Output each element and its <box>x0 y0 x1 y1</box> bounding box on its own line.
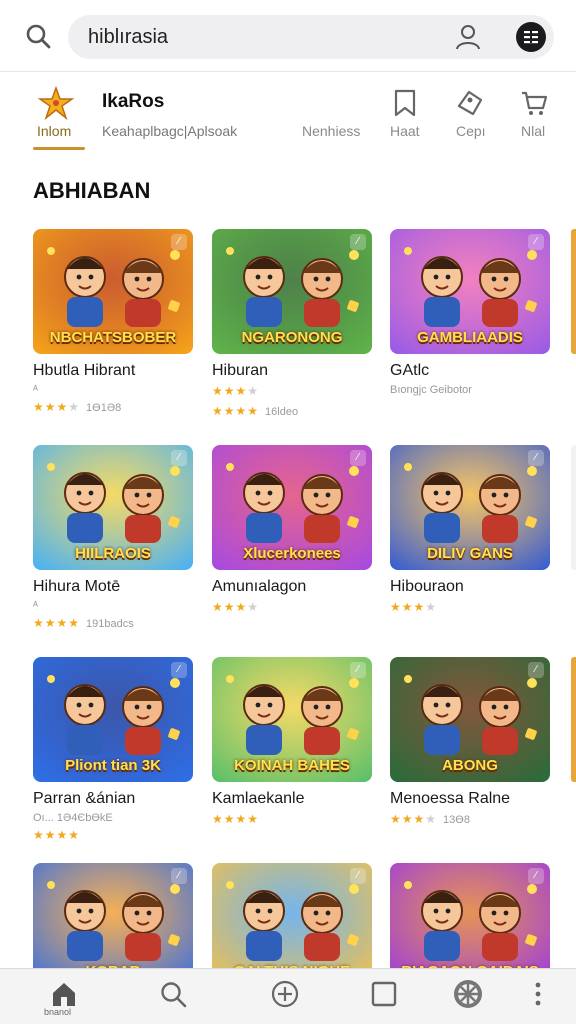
info-badge-icon[interactable]: ⁄ <box>528 450 544 466</box>
game-logo-text: NGARONONG <box>241 329 343 346</box>
search-input[interactable]: hiblırasia <box>68 15 554 59</box>
game-logo-text: Pliont tian 3K <box>65 757 161 774</box>
game-title[interactable]: Hibouraon <box>390 578 464 596</box>
game-title[interactable]: Kamlaekanle <box>212 790 305 808</box>
star-rating: ★★★★ <box>212 384 260 398</box>
nav-search[interactable] <box>156 977 190 1011</box>
star-rating: ★★★★ <box>212 600 260 614</box>
user-icon[interactable] <box>454 23 482 51</box>
info-badge-icon[interactable]: ⁄ <box>350 234 366 250</box>
game-meta: ᴬ <box>33 600 38 612</box>
tab-label-1[interactable]: Nenhiess <box>302 123 360 139</box>
info-badge-icon[interactable]: ⁄ <box>528 234 544 250</box>
search-query: hiblırasia <box>88 26 169 48</box>
game-title[interactable]: Amunıalagon <box>212 578 306 596</box>
next-card-peek <box>571 229 576 354</box>
game-meta: ᴬ <box>33 384 38 396</box>
game-title[interactable]: Hbutla Hibrant <box>33 362 135 380</box>
game-thumbnail[interactable]: ⁄ NGARONONG <box>212 229 372 354</box>
game-logo-text: ABONG <box>442 757 498 774</box>
nav-home-label: bnanol <box>44 1007 72 1017</box>
game-logo-text: GAMBLIAADIS <box>417 329 523 346</box>
tab-label-2[interactable]: Haat <box>390 123 420 139</box>
nav-more[interactable] <box>520 977 556 1011</box>
game-logo-text: DILIV GANS <box>427 545 513 562</box>
game-thumbnail[interactable]: ⁄ Pliont tian 3K <box>33 657 193 782</box>
nav-add[interactable] <box>268 977 302 1011</box>
active-tab-indicator <box>33 147 85 150</box>
star-rating: ★★★★ <box>390 600 438 614</box>
star-rating: ★★★★ 191badcs <box>33 616 134 630</box>
info-badge-icon[interactable]: ⁄ <box>528 868 544 884</box>
game-title[interactable]: Hihura Motē <box>33 578 120 596</box>
game-thumbnail[interactable]: ⁄ Xlucerkonees <box>212 445 372 570</box>
game-logo-text: NBCHATSBOBER <box>49 329 177 346</box>
cart-icon[interactable] <box>519 88 549 118</box>
info-badge-icon[interactable]: ⁄ <box>350 662 366 678</box>
game-logo-text: HIILRAOIS <box>75 545 151 562</box>
plus-icon <box>271 980 299 1008</box>
game-title[interactable]: Hiburan <box>212 362 268 380</box>
next-card-peek <box>571 445 576 570</box>
menu-button[interactable] <box>516 22 546 52</box>
game-logo-text: Xlucerkonees <box>243 545 341 562</box>
game-thumbnail[interactable]: ⁄ GAMBLIAADIS <box>390 229 550 354</box>
game-thumbnail[interactable]: ⁄ DILIV GANS <box>390 445 550 570</box>
brand-subtitle: Keahaplbagc|Aplsoak <box>102 123 238 139</box>
next-card-peek <box>571 657 576 782</box>
info-badge-icon[interactable]: ⁄ <box>171 450 187 466</box>
game-title[interactable]: GAtlc <box>390 362 429 380</box>
square-icon <box>371 981 397 1007</box>
star-logo-icon[interactable] <box>36 86 76 120</box>
game-title[interactable]: Menoessa Ralne <box>390 790 510 808</box>
rating-count: 16ldeo <box>265 406 299 418</box>
game-meta: Bıongjc Geibotor <box>390 384 472 396</box>
wheel-icon <box>454 980 482 1008</box>
bottom-nav: bnanol <box>0 968 576 1024</box>
game-thumbnail[interactable]: ⁄ HIILRAOIS <box>33 445 193 570</box>
star-rating: ★★★★ <box>212 812 260 826</box>
rating-count: 1Ө1Ә8 <box>86 402 122 414</box>
info-badge-icon[interactable]: ⁄ <box>528 662 544 678</box>
game-thumbnail[interactable]: ⁄ KOINAH BAHES <box>212 657 372 782</box>
search-icon[interactable] <box>24 22 52 50</box>
home-icon <box>53 983 75 1006</box>
game-title[interactable]: Parran &ánian <box>33 790 135 808</box>
star-rating: ★★★★ 13Ө8 <box>390 812 470 826</box>
star-rating: ★★★★ 1Ө1Ә8 <box>33 400 122 414</box>
game-thumbnail[interactable]: ⁄ ABONG <box>390 657 550 782</box>
category-bar: Inlom IkaRos Keahaplbagc|Aplsoak Nenhies… <box>0 76 576 160</box>
nav-wheel[interactable] <box>451 977 485 1011</box>
tag-icon[interactable] <box>455 88 485 118</box>
more-icon <box>535 982 541 1006</box>
section-title: ABHIABAN <box>33 178 151 203</box>
tab-label-3[interactable]: Cepı <box>456 123 486 139</box>
game-meta: Oı... 1Ә4ЄbӨkЕ <box>33 812 113 824</box>
info-badge-icon[interactable]: ⁄ <box>171 662 187 678</box>
info-badge-icon[interactable]: ⁄ <box>350 450 366 466</box>
star-rating: ★★★★ <box>33 828 81 842</box>
top-bar: hiblırasia <box>0 0 576 72</box>
info-badge-icon[interactable]: ⁄ <box>350 868 366 884</box>
menu-icon <box>524 31 538 44</box>
search-icon <box>161 982 187 1008</box>
rating-count: 13Ө8 <box>443 814 470 826</box>
nav-square[interactable] <box>367 977 401 1011</box>
rating-count: 191badcs <box>86 618 134 630</box>
brand-title: IkaRos <box>102 91 165 112</box>
game-logo-text: KOINAH BAHES <box>234 757 350 774</box>
info-badge-icon[interactable]: ⁄ <box>171 868 187 884</box>
info-badge-icon[interactable]: ⁄ <box>171 234 187 250</box>
tab-label-4[interactable]: Nlal <box>521 123 545 139</box>
game-thumbnail[interactable]: ⁄ NBCHATSBOBER <box>33 229 193 354</box>
star-rating-secondary: ★★★★ 16ldeo <box>212 404 299 418</box>
tab-home-label[interactable]: Inlom <box>37 123 71 139</box>
nav-home[interactable] <box>47 977 81 1011</box>
bookmark-icon[interactable] <box>390 88 420 118</box>
